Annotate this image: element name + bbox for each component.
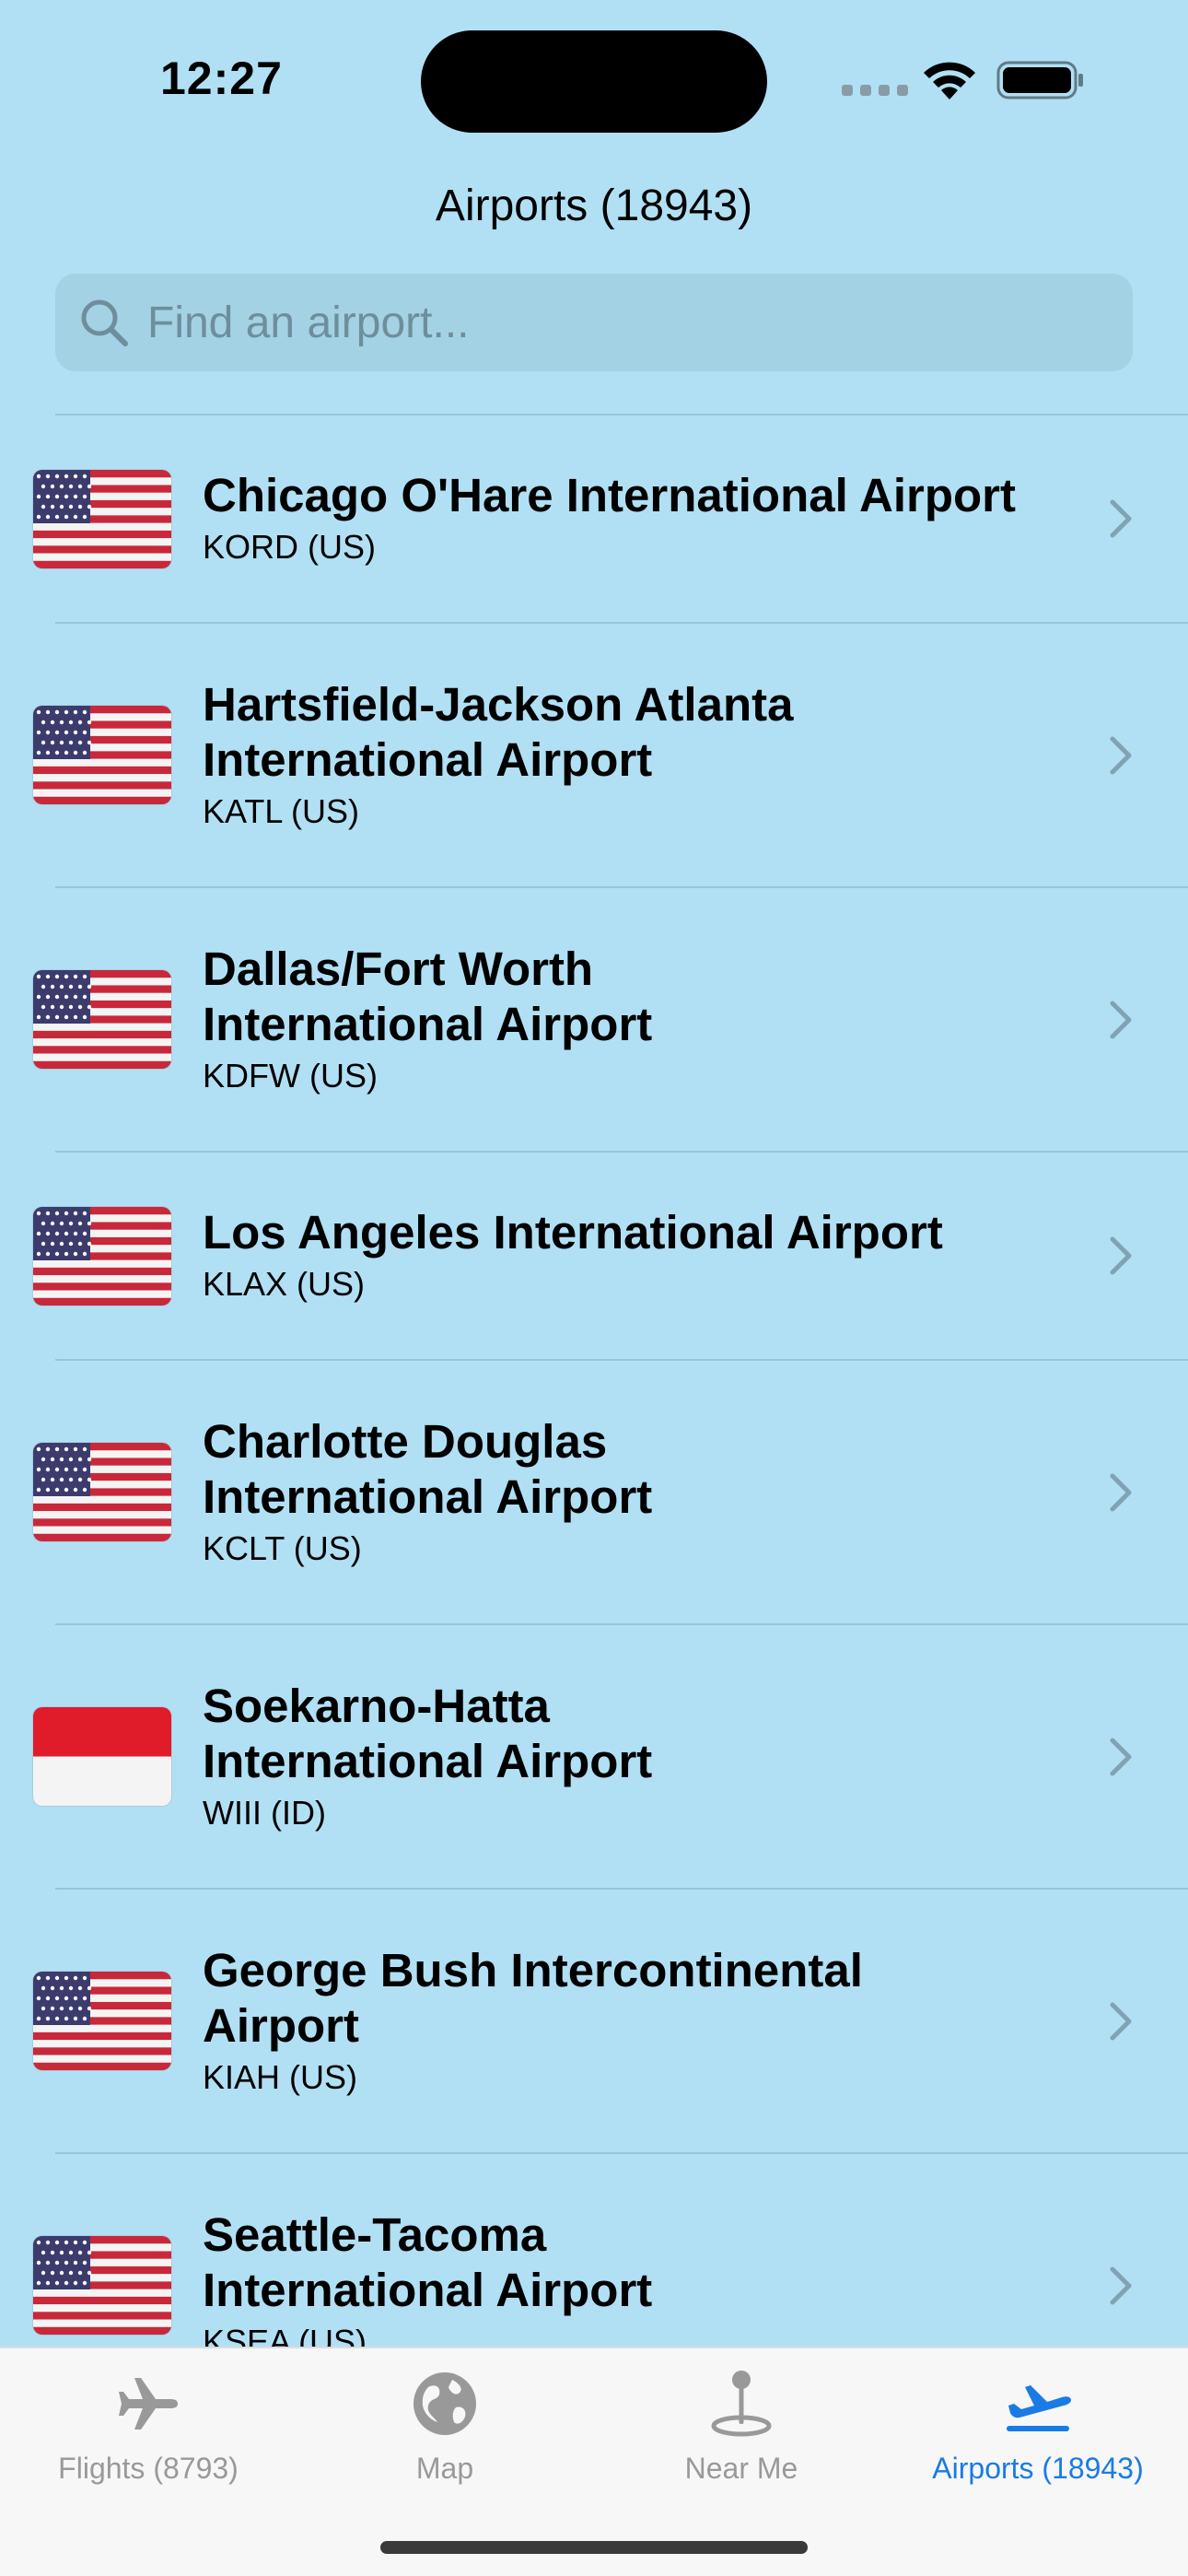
id-flag-icon [33, 1707, 171, 1806]
battery-icon [996, 61, 1083, 100]
tab-label: Airports (18943) [932, 2452, 1144, 2485]
airplane-icon [119, 2378, 178, 2430]
page-title: Airports (18943) [435, 181, 753, 230]
airport-code: KATL (US) [203, 791, 360, 830]
airport-row[interactable]: Charlotte Douglas International Airport … [0, 1361, 1188, 1623]
airport-name: Los Angeles International Airport [203, 1206, 943, 1259]
globe-icon [413, 2372, 476, 2435]
search-input[interactable] [147, 297, 1068, 348]
chevron-right-icon [1110, 2266, 1132, 2304]
us-flag-icon [33, 970, 171, 1069]
search-bar[interactable] [55, 274, 1133, 371]
airport-code: KDFW (US) [203, 1056, 378, 1095]
airport-name: George Bush Intercontinental Airport [203, 1943, 863, 2052]
airport-row[interactable]: Seattle-Tacoma International Airport KSE… [0, 2154, 1188, 2347]
chevron-right-icon [1110, 1473, 1132, 1511]
chevron-right-icon [1110, 1001, 1132, 1038]
status-time: 12:27 [160, 53, 283, 104]
search-icon [81, 299, 128, 346]
tab-label: Near Me [684, 2452, 798, 2485]
tab-flights[interactable]: Flights (8793) [0, 2348, 297, 2514]
airport-code: KORD (US) [203, 528, 376, 566]
airport-code: KCLT (US) [203, 1528, 362, 1567]
us-flag-icon [33, 2236, 171, 2335]
airport-name: Soekarno-Hatta International Airport [203, 1679, 653, 1787]
chevron-right-icon [1110, 2002, 1132, 2040]
us-flag-icon [33, 706, 171, 804]
chevron-right-icon [1110, 1738, 1132, 1775]
airport-row[interactable]: Soekarno-Hatta International Airport WII… [0, 1625, 1188, 1888]
airport-name: Dallas/Fort Worth International Airport [203, 942, 653, 1050]
departure-icon [1007, 2385, 1071, 2431]
tab-airports[interactable]: Airports (18943) [890, 2348, 1186, 2514]
us-flag-icon [33, 469, 171, 568]
cellular-signal-icon [842, 85, 908, 96]
airport-code: KSEA (US) [203, 2322, 367, 2348]
airport-row[interactable]: Los Angeles International Airport KLAX (… [0, 1153, 1188, 1359]
us-flag-icon [33, 1443, 171, 1541]
us-flag-icon [33, 1206, 171, 1306]
tab-label: Map [415, 2452, 474, 2485]
chevron-right-icon [1110, 499, 1132, 538]
airport-code: KIAH (US) [203, 2057, 358, 2096]
airport-row[interactable]: Dallas/Fort Worth International Airport … [0, 888, 1188, 1151]
airport-row[interactable]: Hartsfield-Jackson Atlanta International… [0, 624, 1188, 886]
airport-code: KLAX (US) [203, 1265, 366, 1303]
tab-label: Flights (8793) [58, 2452, 239, 2485]
wifi-icon [924, 62, 975, 100]
airport-code: WIII (ID) [203, 1793, 326, 1832]
us-flag-icon [33, 1972, 171, 2070]
airport-row[interactable]: George Bush Intercontinental Airport KIA… [0, 1890, 1188, 2152]
airport-list[interactable]: Chicago O'Hare International Airport KOR… [0, 414, 1188, 2347]
tab-map[interactable]: Map [297, 2348, 593, 2514]
airport-row[interactable]: Chicago O'Hare International Airport KOR… [0, 416, 1188, 622]
chevron-right-icon [1110, 1236, 1132, 1275]
airport-name: Seattle-Tacoma International Airport [203, 2207, 653, 2316]
tab-near-me[interactable]: Near Me [593, 2348, 890, 2514]
airport-name: Chicago O'Hare International Airport [203, 469, 1017, 521]
chevron-right-icon [1110, 736, 1132, 774]
airport-name: Charlotte Douglas International Airport [203, 1414, 653, 1523]
dynamic-island [421, 30, 767, 133]
airport-name: Hartsfield-Jackson Atlanta International… [203, 677, 794, 786]
location-pin-icon [711, 2371, 772, 2437]
home-indicator [380, 2541, 808, 2554]
